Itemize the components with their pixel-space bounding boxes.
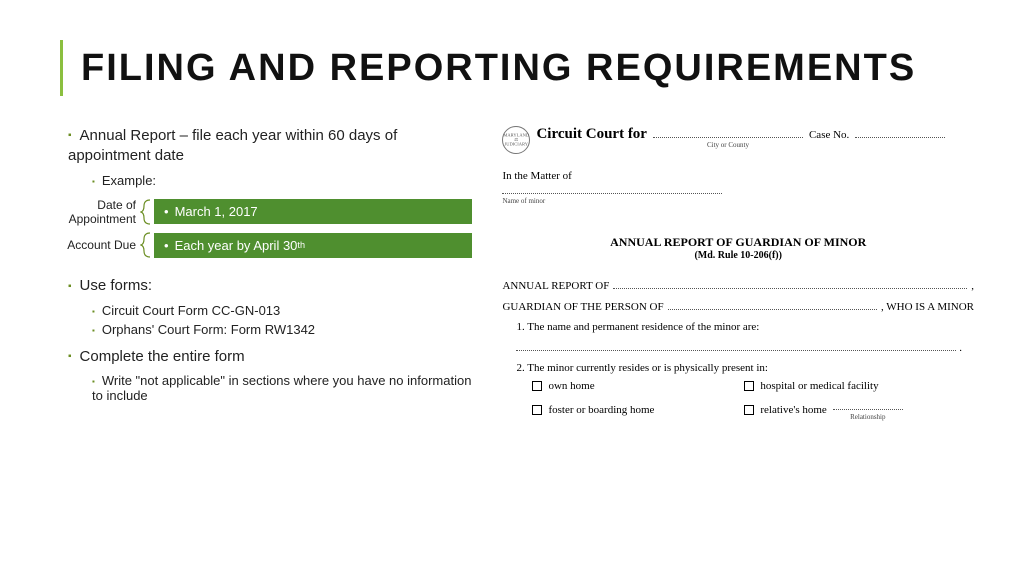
check-foster: foster or boarding home xyxy=(532,398,744,421)
blank-relationship xyxy=(833,398,903,410)
brace-icon xyxy=(140,199,154,225)
question-1: 1. The name and permanent residence of t… xyxy=(516,321,974,333)
row-account-due: Account Due Each year by April 30th xyxy=(50,232,472,258)
row-appointment: Date of Appointment March 1, 2017 xyxy=(50,198,472,227)
example-rows: Date of Appointment March 1, 2017 Accoun… xyxy=(50,198,472,259)
bar-account-value: Each year by April 30th xyxy=(154,233,472,258)
blank-case-no xyxy=(855,126,945,138)
label-guardian-of: GUARDIAN OF THE PERSON OF xyxy=(502,301,663,313)
bullet-column: Annual Report – file each year within 60… xyxy=(50,126,472,421)
label-account-due: Account Due xyxy=(50,238,140,252)
checkbox-icon xyxy=(532,405,542,415)
accent-bar xyxy=(60,40,63,96)
bar-date-value: March 1, 2017 xyxy=(154,199,472,224)
brace-icon xyxy=(140,232,154,258)
caption-city-county: City or County xyxy=(653,141,803,149)
label-case-no: Case No. xyxy=(809,129,849,141)
caption-relationship: Relationship xyxy=(833,413,903,421)
label-annual-report-of: ANNUAL REPORT OF xyxy=(502,280,609,292)
caption-name-minor: Name of minor xyxy=(502,197,722,205)
bullet-rw1342: Orphans' Court Form: Form RW1342 xyxy=(102,322,315,337)
page-title: FILING AND REPORTING REQUIREMENTS xyxy=(81,47,916,90)
check-own-home: own home xyxy=(532,380,744,392)
label-circuit-court-for: Circuit Court for xyxy=(536,126,647,143)
bullet-annual-report: Annual Report – file each year within 60… xyxy=(68,127,397,164)
checkbox-icon xyxy=(744,381,754,391)
checkbox-icon xyxy=(744,405,754,415)
check-hospital: hospital or medical facility xyxy=(744,380,956,392)
check-relative: relative's home Relationship xyxy=(744,398,956,421)
bullet-use-forms: Use forms: xyxy=(80,277,153,294)
form-rule: (Md. Rule 10-206(f)) xyxy=(502,250,974,261)
court-seal-icon: MARYLAND⚖JUDICIARY xyxy=(502,126,530,154)
form-preview: MARYLAND⚖JUDICIARY Circuit Court for Cit… xyxy=(502,126,974,421)
bullet-na-note: Write "not applicable" in sections where… xyxy=(92,373,471,403)
blank-minor-name xyxy=(502,182,722,194)
label-in-matter: In the Matter of xyxy=(502,170,974,182)
bullet-example: Example: xyxy=(102,173,156,188)
title-bar: FILING AND REPORTING REQUIREMENTS xyxy=(50,40,974,96)
blank-ward xyxy=(668,298,877,310)
question-2: 2. The minor currently resides or is phy… xyxy=(516,362,974,374)
bullet-ccgn013: Circuit Court Form CC-GN-013 xyxy=(102,303,280,318)
blank-q1 xyxy=(516,339,956,351)
form-title: ANNUAL REPORT OF GUARDIAN OF MINOR xyxy=(502,235,974,250)
bullet-complete-form: Complete the entire form xyxy=(80,348,245,365)
label-date-appointment: Date of Appointment xyxy=(50,198,140,227)
blank-reporter xyxy=(613,277,967,289)
checkbox-icon xyxy=(532,381,542,391)
blank-city-county xyxy=(653,126,803,138)
